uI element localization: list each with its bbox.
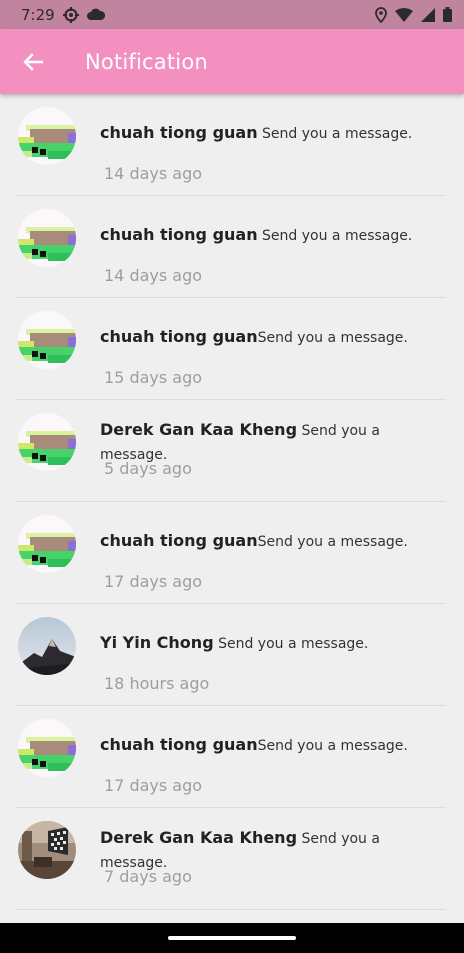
notification-item[interactable]: chuah tiong guanSend you a message. 17 d… (16, 502, 446, 604)
sender-name: chuah tiong guan (100, 123, 258, 142)
signal-icon (421, 7, 435, 22)
notification-message: Send you a message. (257, 228, 413, 244)
notification-time: 5 days ago (104, 459, 192, 478)
avatar (18, 311, 76, 369)
page-title: Notification (85, 49, 208, 74)
notification-message: Send you a message. (213, 636, 369, 652)
wifi-icon (395, 7, 413, 22)
notification-message: Send you a message. (257, 534, 408, 550)
notification-time: 17 days ago (104, 572, 203, 591)
cloud-icon (86, 8, 105, 20)
arrow-left-icon (23, 52, 43, 71)
sender-name: Derek Gan Kaa Kheng (100, 420, 298, 439)
notification-message: Send you a message. (257, 330, 408, 346)
status-time: 7:29 (21, 5, 55, 24)
notification-time: 17 days ago (104, 776, 203, 795)
avatar (18, 209, 76, 267)
notification-time: 7 days ago (104, 867, 192, 886)
notification-item[interactable]: Derek Gan Kaa Kheng Send you a message. … (16, 808, 446, 910)
avatar (18, 515, 76, 573)
notification-item[interactable]: chuah tiong guan Send you a message. 14 … (16, 94, 446, 196)
notification-list: chuah tiong guan Send you a message. 14 … (0, 94, 464, 910)
notification-item[interactable]: Yi Yin Chong Send you a message. 18 hour… (16, 604, 446, 706)
status-bar: 7:29 (0, 0, 464, 29)
notification-time: 15 days ago (104, 368, 203, 387)
avatar (18, 821, 76, 879)
notification-item[interactable]: chuah tiong guanSend you a message. 15 d… (16, 298, 446, 400)
sender-name: chuah tiong guan (100, 225, 258, 244)
sender-name: Yi Yin Chong (100, 633, 214, 652)
sender-name: chuah tiong guan (100, 735, 258, 754)
settings-gear-icon (62, 6, 79, 23)
avatar (18, 413, 76, 471)
avatar (18, 617, 76, 675)
location-icon (375, 6, 387, 23)
notification-time: 18 hours ago (104, 674, 210, 693)
notification-message: Send you a message. (257, 738, 408, 754)
sender-name: chuah tiong guan (100, 327, 258, 346)
notification-message: Send you a message. (257, 126, 413, 142)
system-navigation-bar (0, 923, 464, 953)
app-bar: Notification (0, 29, 464, 94)
sender-name: chuah tiong guan (100, 531, 258, 550)
sender-name: Derek Gan Kaa Kheng (100, 828, 298, 847)
back-button[interactable] (20, 49, 46, 75)
notification-item[interactable]: Derek Gan Kaa Kheng Send you a message. … (16, 400, 446, 502)
notification-time: 14 days ago (104, 266, 203, 285)
notification-time: 14 days ago (104, 164, 203, 183)
avatar (18, 719, 76, 777)
battery-icon (443, 7, 452, 22)
notification-item[interactable]: chuah tiong guanSend you a message. 17 d… (16, 706, 446, 808)
home-gesture-handle[interactable] (168, 936, 296, 940)
notification-item[interactable]: chuah tiong guan Send you a message. 14 … (16, 196, 446, 298)
avatar (18, 107, 76, 165)
